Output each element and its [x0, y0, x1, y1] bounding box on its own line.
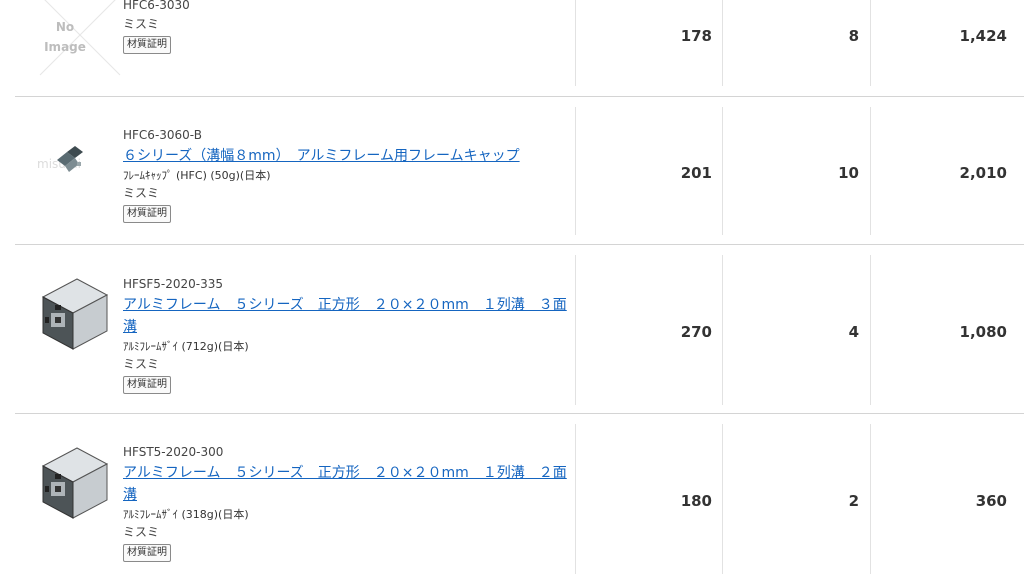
quantity-cell-3: 360 — [975, 492, 1007, 510]
quantity-cell-1: 178 — [680, 27, 712, 45]
no-image-text: No Image — [44, 20, 86, 54]
product-code: HFC6-3060-B — [123, 128, 202, 142]
product-spec: ｱﾙﾐﾌﾚｰﾑｻﾞｲ (712g)(日本) — [123, 340, 249, 353]
maker-name: ミスミ — [123, 186, 160, 200]
product-row: misumi HFC6-3060-B ６シリーズ（溝幅８mm） アルミフレーム用… — [15, 97, 1024, 245]
material-cert-button[interactable]: 材質証明 — [123, 376, 171, 394]
frame-cap-image: misumi — [35, 132, 125, 212]
maker-name: ミスミ — [123, 357, 160, 371]
aluminum-profile-image — [35, 442, 125, 522]
product-spec: ｱﾙﾐﾌﾚｰﾑｻﾞｲ (318g)(日本) — [123, 508, 249, 521]
quantity-cell-3: 2,010 — [959, 164, 1007, 182]
product-info: HFC6-3030 ミスミ 材質証明 — [123, 0, 573, 54]
maker-name: ミスミ — [123, 525, 160, 539]
aluminum-profile-image — [35, 273, 125, 353]
product-info: HFSF5-2020-335 アルミフレーム ５シリーズ 正方形 ２０×２０mm… — [123, 276, 573, 394]
product-name-link[interactable]: アルミフレーム ５シリーズ 正方形 ２０×２０mm １列溝 ３面溝 — [123, 294, 573, 338]
quantity-cell-3: 1,080 — [959, 323, 1007, 341]
material-cert-button[interactable]: 材質証明 — [123, 205, 171, 223]
product-code: HFC6-3030 — [123, 0, 190, 12]
quantity-cell-2: 8 — [848, 27, 859, 45]
material-cert-button[interactable]: 材質証明 — [123, 36, 171, 54]
quantity-cell-1: 180 — [680, 492, 712, 510]
material-cert-button[interactable]: 材質証明 — [123, 544, 171, 562]
no-image-placeholder: No Image — [35, 0, 125, 76]
product-list: No Image HFC6-3030 ミスミ 材質証明 178 8 1,424 … — [0, 0, 1024, 574]
product-spec: ﾌﾚｰﾑｷｬｯﾌﾟ (HFC) (50g)(日本) — [123, 169, 271, 182]
product-code: HFST5-2020-300 — [123, 445, 224, 459]
product-row: No Image HFC6-3030 ミスミ 材質証明 178 8 1,424 — [15, 0, 1024, 97]
quantity-cell-3: 1,424 — [959, 27, 1007, 45]
quantity-cell-2: 2 — [848, 492, 859, 510]
product-info: HFC6-3060-B ６シリーズ（溝幅８mm） アルミフレーム用フレームキャッ… — [123, 127, 573, 223]
quantity-cell-1: 201 — [680, 164, 712, 182]
product-info: HFST5-2020-300 アルミフレーム ５シリーズ 正方形 ２０×２０mm… — [123, 444, 573, 562]
product-row: HFST5-2020-300 アルミフレーム ５シリーズ 正方形 ２０×２０mm… — [15, 414, 1024, 574]
maker-name: ミスミ — [123, 17, 160, 31]
product-name-link[interactable]: ６シリーズ（溝幅８mm） アルミフレーム用フレームキャップ — [123, 145, 573, 167]
quantity-cell-1: 270 — [680, 323, 712, 341]
product-name-link[interactable]: アルミフレーム ５シリーズ 正方形 ２０×２０mm １列溝 ２面溝 — [123, 462, 573, 506]
product-row: HFSF5-2020-335 アルミフレーム ５シリーズ 正方形 ２０×２０mm… — [15, 245, 1024, 414]
product-code: HFSF5-2020-335 — [123, 277, 223, 291]
quantity-cell-2: 10 — [838, 164, 859, 182]
quantity-cell-2: 4 — [848, 323, 859, 341]
